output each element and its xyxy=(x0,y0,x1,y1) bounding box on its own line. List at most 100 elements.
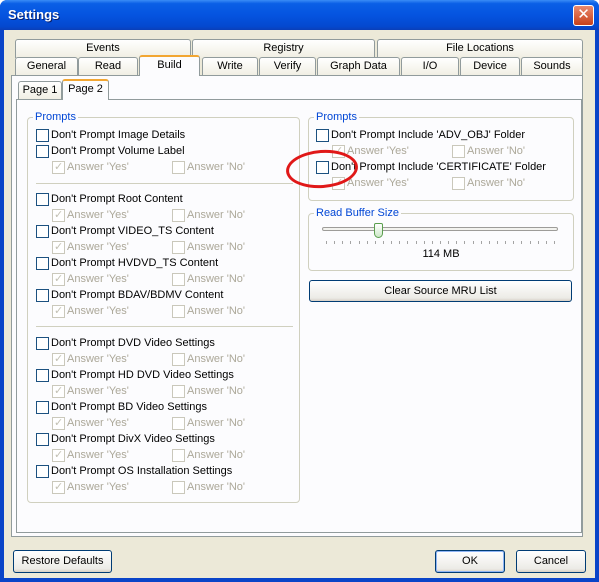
slider-tick xyxy=(456,241,457,244)
prompt-hd-dvd-video-label: Don't Prompt HD DVD Video Settings xyxy=(51,369,234,381)
root-content-yes-checkbox xyxy=(52,208,65,222)
ok-button[interactable]: OK xyxy=(435,550,505,573)
prompt-root-content-label: Don't Prompt Root Content xyxy=(51,193,183,205)
prompt-volume-label-checkbox[interactable] xyxy=(36,145,49,158)
close-icon[interactable]: ✕ xyxy=(573,5,594,26)
prompt-dvd-video-checkbox[interactable] xyxy=(36,337,49,350)
tab-general[interactable]: General xyxy=(15,57,78,76)
root-content-no-label: Answer 'No' xyxy=(187,209,245,221)
hvdvd-ts-no-checkbox xyxy=(172,273,185,286)
hvdvd-ts-no-label: Answer 'No' xyxy=(187,273,245,285)
slider-tick xyxy=(407,241,408,244)
bd-video-no-checkbox xyxy=(172,417,185,430)
left-prompts-title: Prompts xyxy=(33,111,78,124)
tab-build[interactable]: Build xyxy=(139,55,200,76)
slider-tick xyxy=(505,241,506,244)
clear-source-mru-button[interactable]: Clear Source MRU List xyxy=(309,280,572,302)
read-buffer-title: Read Buffer Size xyxy=(314,207,401,220)
volume-label-yes-label: Answer 'Yes' xyxy=(67,161,129,173)
slider-tick xyxy=(464,241,465,244)
dvd-video-yes-checkbox xyxy=(52,352,65,366)
slider-tick xyxy=(481,241,482,244)
bd-video-yes-checkbox xyxy=(52,416,65,430)
prompt-bd-video-checkbox[interactable] xyxy=(36,401,49,414)
os-installation-no-label: Answer 'No' xyxy=(187,481,245,493)
slider-tick xyxy=(367,241,368,244)
tab-registry[interactable]: Registry xyxy=(192,39,375,58)
slider-tick xyxy=(334,241,335,244)
slider-tick xyxy=(489,241,490,244)
prompt-hvdvd-ts-label: Don't Prompt HVDVD_TS Content xyxy=(51,257,219,269)
prompt-os-installation-label: Don't Prompt OS Installation Settings xyxy=(51,465,233,477)
video-ts-no-checkbox xyxy=(172,241,185,254)
bdav-bdmv-yes-label: Answer 'Yes' xyxy=(67,305,129,317)
prompt-video-ts-label: Don't Prompt VIDEO_TS Content xyxy=(51,225,214,237)
slider-tick xyxy=(350,241,351,244)
tab-io[interactable]: I/O xyxy=(401,57,459,76)
tab-file-locations[interactable]: File Locations xyxy=(377,39,583,58)
include-certificate-label: Don't Prompt Include 'CERTIFICATE' Folde… xyxy=(331,161,546,173)
slider-tick xyxy=(416,241,417,244)
slider-tick xyxy=(342,241,343,244)
right-prompts-title: Prompts xyxy=(314,111,359,124)
read-buffer-group xyxy=(308,213,574,271)
adv-obj-yes-label: Answer 'Yes' xyxy=(347,145,409,157)
read-buffer-slider-track[interactable] xyxy=(322,227,558,231)
bdav-bdmv-no-checkbox xyxy=(172,305,185,318)
bdav-bdmv-no-label: Answer 'No' xyxy=(187,305,245,317)
slider-tick xyxy=(546,241,547,244)
tab-write[interactable]: Write xyxy=(202,57,258,76)
separator xyxy=(36,183,293,184)
hd-dvd-video-yes-checkbox xyxy=(52,384,65,398)
dvd-video-no-checkbox xyxy=(172,353,185,366)
certificate-no-checkbox xyxy=(452,177,465,190)
divx-video-no-label: Answer 'No' xyxy=(187,449,245,461)
tab-verify[interactable]: Verify xyxy=(259,57,316,76)
os-installation-no-checkbox xyxy=(172,481,185,494)
subtab-page-2[interactable]: Page 2 xyxy=(62,79,109,100)
prompt-image-details-checkbox[interactable] xyxy=(36,129,49,142)
prompt-bdav-bdmv-label: Don't Prompt BDAV/BDMV Content xyxy=(51,289,224,301)
prompt-bd-video-label: Don't Prompt BD Video Settings xyxy=(51,401,207,413)
slider-tick xyxy=(497,241,498,244)
prompt-bdav-bdmv-checkbox[interactable] xyxy=(36,289,49,302)
slider-tick xyxy=(521,241,522,244)
video-ts-no-label: Answer 'No' xyxy=(187,241,245,253)
restore-defaults-button[interactable]: Restore Defaults xyxy=(13,550,112,573)
read-buffer-slider-thumb[interactable] xyxy=(374,223,383,238)
dvd-video-no-label: Answer 'No' xyxy=(187,353,245,365)
slider-tick xyxy=(399,241,400,244)
prompt-os-installation-checkbox[interactable] xyxy=(36,465,49,478)
hvdvd-ts-yes-checkbox xyxy=(52,272,65,286)
slider-tick xyxy=(383,241,384,244)
divx-video-yes-label: Answer 'Yes' xyxy=(67,449,129,461)
slider-tick xyxy=(538,241,539,244)
prompt-root-content-checkbox[interactable] xyxy=(36,193,49,206)
title-bar[interactable]: Settings ✕ xyxy=(0,0,599,30)
slider-tick xyxy=(359,241,360,244)
tab-read[interactable]: Read xyxy=(78,57,138,76)
slider-tick xyxy=(473,241,474,244)
slider-tick xyxy=(326,241,327,244)
tab-sounds[interactable]: Sounds xyxy=(521,57,583,76)
video-ts-yes-checkbox xyxy=(52,240,65,254)
certificate-no-label: Answer 'No' xyxy=(467,177,525,189)
include-adv-obj-checkbox[interactable] xyxy=(316,129,329,142)
slider-tick xyxy=(375,241,376,244)
separator xyxy=(36,326,293,327)
bd-video-yes-label: Answer 'Yes' xyxy=(67,417,129,429)
os-installation-yes-checkbox xyxy=(52,480,65,494)
subtab-page-1[interactable]: Page 1 xyxy=(18,81,62,100)
slider-tick xyxy=(530,241,531,244)
root-content-yes-label: Answer 'Yes' xyxy=(67,209,129,221)
prompt-hd-dvd-video-checkbox[interactable] xyxy=(36,369,49,382)
video-ts-yes-label: Answer 'Yes' xyxy=(67,241,129,253)
prompt-divx-video-label: Don't Prompt DivX Video Settings xyxy=(51,433,215,445)
tab-device[interactable]: Device xyxy=(460,57,520,76)
prompt-video-ts-checkbox[interactable] xyxy=(36,225,49,238)
prompt-divx-video-checkbox[interactable] xyxy=(36,433,49,446)
tab-graph-data[interactable]: Graph Data xyxy=(317,57,400,76)
cancel-button[interactable]: Cancel xyxy=(516,550,586,573)
bd-video-no-label: Answer 'No' xyxy=(187,417,245,429)
prompt-hvdvd-ts-checkbox[interactable] xyxy=(36,257,49,270)
